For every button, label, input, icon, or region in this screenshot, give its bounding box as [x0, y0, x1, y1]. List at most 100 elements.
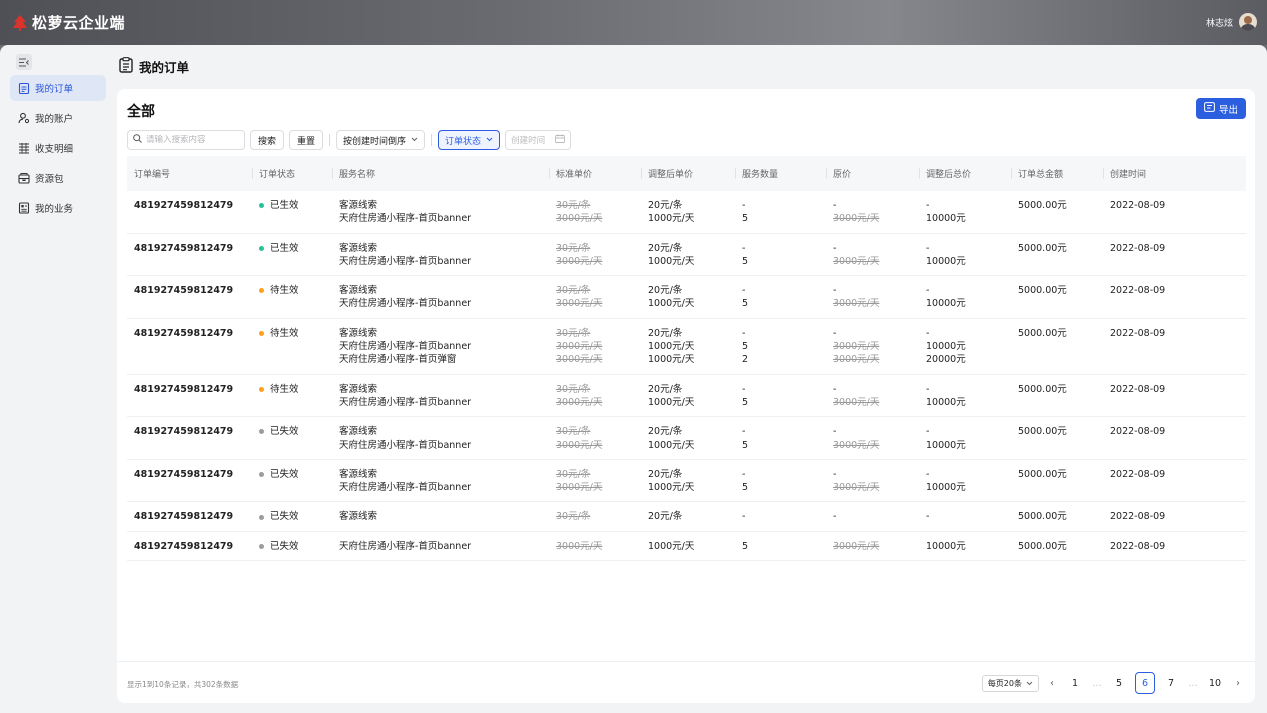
page-button[interactable]: 1 [1065, 672, 1085, 694]
collapse-menu-icon[interactable] [16, 54, 32, 70]
cell-line: - [742, 285, 746, 297]
export-button[interactable]: 导出 [1195, 98, 1246, 119]
cell-line: 天府住房通小程序-首页banner [339, 540, 472, 552]
cell-line: 30元/条 [556, 468, 591, 480]
cell-line: 5 [742, 439, 749, 451]
cell-line: - [742, 511, 746, 523]
cell-line: 客源线索 [339, 383, 378, 395]
cell-line: 5 [742, 255, 749, 267]
cell-line: 30元/条 [556, 327, 591, 339]
sidebar-item-label: 收支明细 [35, 144, 74, 155]
prev-page-icon[interactable]: ‹ [1045, 672, 1059, 694]
status-cell: 已失效 [252, 459, 332, 503]
page-size-select[interactable]: 每页20条 [981, 674, 1039, 692]
sidebar-item-order[interactable]: 我的订单 [10, 75, 106, 101]
sidebar-item-account[interactable]: 我的账户 [10, 105, 106, 131]
cell-line: 3000元/天 [833, 540, 880, 552]
cell-line: 5 [742, 396, 749, 408]
order-total: 5000.00元 [1011, 275, 1103, 319]
sidebar-item-label: 我的账户 [35, 114, 74, 125]
original-price: 3000元/天 [826, 531, 919, 562]
cell-line: 20元/条 [648, 242, 683, 254]
search-button[interactable]: 搜索 [250, 130, 285, 150]
search-input[interactable] [146, 135, 241, 145]
cell-line: - [833, 383, 837, 395]
app-logo[interactable]: 松萝云企业端 [12, 12, 125, 33]
cell-line: 天府住房通小程序-首页banner [339, 439, 472, 451]
page-button[interactable]: 5 [1109, 672, 1129, 694]
status-dot [259, 203, 264, 209]
cell-line: 客源线索 [339, 426, 378, 438]
next-page-icon[interactable]: › [1231, 672, 1245, 694]
cell-line: 10000元 [926, 213, 966, 225]
status-badge: 待生效 [270, 383, 299, 395]
chevron-down-icon [411, 135, 418, 145]
adjusted-total: - 10000元 20000元 [919, 318, 1011, 375]
table-row[interactable]: 481927459812479 待生效 客源线索 天府住房通小程序-首页banner 3… [127, 374, 1246, 418]
status-filter-label: 订单状态 [445, 136, 482, 147]
created-time: 2022-08-09 [1103, 233, 1246, 277]
search-field[interactable] [127, 130, 245, 150]
cell-line: 客源线索 [339, 285, 378, 297]
table-row[interactable]: 481927459812479 已失效 客源线索 天府住房通小程序-首页banner 3… [127, 459, 1246, 503]
order-id: 481927459812479 [127, 191, 252, 234]
date-placeholder: 创建时间 [511, 136, 546, 146]
filter-bar: 搜索 重置 按创建时间倒序 订单状态 创建时间 [127, 130, 572, 150]
search-icon [133, 134, 142, 146]
column-header: 调整后单价 [641, 156, 735, 191]
quantity: -5 [735, 233, 826, 277]
cell-line: 3000元/天 [833, 255, 880, 267]
standard-price: 3000元/天 [549, 531, 641, 562]
avatar[interactable] [1239, 13, 1257, 31]
page-button[interactable]: 10 [1205, 672, 1225, 694]
sidebar-item-package[interactable]: 资源包 [10, 165, 106, 191]
cell-line: 1000元/天 [648, 396, 695, 408]
table-row[interactable]: 481927459812479 已生效 客源线索 天府住房通小程序-首页banner 3… [127, 233, 1246, 277]
table-row[interactable]: 481927459812479 已失效 天府住房通小程序-首页banner 3000元… [127, 531, 1246, 562]
quantity: -5 [735, 416, 826, 460]
chevron-down-icon [1026, 679, 1033, 688]
created-time: 2022-08-09 [1103, 318, 1246, 375]
page-button[interactable]: 7 [1161, 672, 1181, 694]
sidebar-item-ledger[interactable]: 收支明细 [10, 135, 106, 161]
order-total: 5000.00元 [1011, 191, 1103, 234]
created-time: 2022-08-09 [1103, 531, 1246, 562]
cell-line: 3000元/天 [833, 439, 880, 451]
page-button[interactable]: 6 [1135, 672, 1155, 694]
cell-line: - [926, 468, 930, 480]
table-row[interactable]: 481927459812479 已失效 客源线索 30元/条 20元/条 - - - 5000.… [127, 501, 1246, 532]
adjusted-total: -10000元 [919, 275, 1011, 319]
reset-button[interactable]: 重置 [289, 130, 324, 150]
cell-line: - [926, 426, 930, 438]
table-row[interactable]: 481927459812479 已生效 客源线索 天府住房通小程序-首页banner 3… [127, 191, 1246, 234]
status-select[interactable]: 订单状态 [438, 130, 501, 150]
standard-price: 30元/条 3000元/天 [549, 374, 641, 418]
cell-line: 1000元/天 [648, 298, 695, 310]
created-time: 2022-08-09 [1103, 459, 1246, 503]
cell-line: 天府住房通小程序-首页banner [339, 213, 472, 225]
cell-line: 20元/条 [648, 200, 683, 211]
cell-line: 30元/条 [556, 200, 591, 211]
sidebar-item-business[interactable]: 我的业务 [10, 195, 106, 221]
original-price: -3000元/天 [826, 374, 919, 418]
status-cell: 待生效 [252, 318, 332, 375]
cell-line: 天府住房通小程序-首页banner [339, 341, 472, 353]
chevron-down-icon [486, 135, 493, 145]
table-row[interactable]: 481927459812479 已失效 客源线索 天府住房通小程序-首页banner 3… [127, 416, 1246, 460]
user-menu[interactable]: 林志炫 [1206, 13, 1257, 31]
order-total: 5000.00元 [1011, 531, 1103, 562]
cell-line: - [742, 383, 746, 395]
original-price: -3000元/天 [826, 233, 919, 277]
cell-line: - [742, 468, 746, 480]
column-header: 调整后总价 [919, 156, 1011, 191]
sort-select[interactable]: 按创建时间倒序 [336, 130, 426, 150]
table-row[interactable]: 481927459812479 待生效 客源线索 天府住房通小程序-首页banner 天… [127, 318, 1246, 375]
quantity: - 52 [735, 318, 826, 375]
cell-line: - [926, 327, 930, 339]
date-picker[interactable]: 创建时间 [505, 130, 572, 150]
sidebar: 我的订单我的账户收支明细资源包我的业务 [0, 45, 112, 713]
table-row[interactable]: 481927459812479 待生效 客源线索 天府住房通小程序-首页banner 3… [127, 275, 1246, 319]
status-dot [259, 514, 264, 520]
cell-line: - [833, 327, 837, 339]
quantity: -5 [735, 275, 826, 319]
